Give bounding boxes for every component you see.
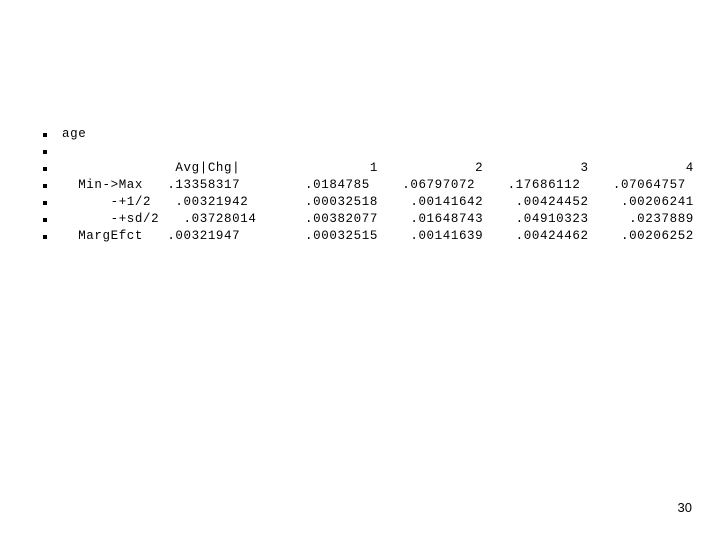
row-plus-minus-sd-half: -+sd/2 .03728014 .00382077 .01648743 .04…	[62, 212, 694, 226]
square-bullet-icon	[36, 194, 62, 211]
row-marginal-effect: MargEfct .00321947 .00032515 .00141639 .…	[62, 229, 694, 243]
slide-canvas: age Avg|Chg| 1 2 3 4 Min->Max .13358317 …	[0, 0, 720, 540]
square-bullet-icon	[36, 228, 62, 245]
output-line-blank	[36, 143, 676, 160]
square-bullet-icon	[36, 211, 62, 228]
table-row: -+1/2 .00321942 .00032518 .00141642 .004…	[36, 194, 693, 211]
square-bullet-icon	[36, 143, 62, 160]
square-bullet-icon	[36, 177, 62, 194]
header-line: Avg|Chg| 1 2 3 4	[62, 161, 694, 175]
page-number: 30	[677, 500, 692, 515]
square-bullet-icon	[36, 126, 62, 143]
row-min-to-max: Min->Max .13358317 .0184785 .06797072 .1…	[62, 178, 686, 192]
table-row: Min->Max .13358317 .0184785 .06797072 .1…	[36, 177, 685, 194]
output-header-row: Avg|Chg| 1 2 3 4	[36, 160, 693, 177]
table-row: -+sd/2 .03728014 .00382077 .01648743 .04…	[36, 211, 693, 228]
row-plus-minus-half: -+1/2 .00321942 .00032518 .00141642 .004…	[62, 195, 694, 209]
variable-label: age	[62, 127, 87, 141]
output-line: age	[36, 126, 676, 143]
square-bullet-icon	[36, 160, 62, 177]
table-row: MargEfct .00321947 .00032515 .00141639 .…	[36, 228, 693, 245]
stata-output-block: age Avg|Chg| 1 2 3 4 Min->Max .13358317 …	[36, 126, 693, 245]
